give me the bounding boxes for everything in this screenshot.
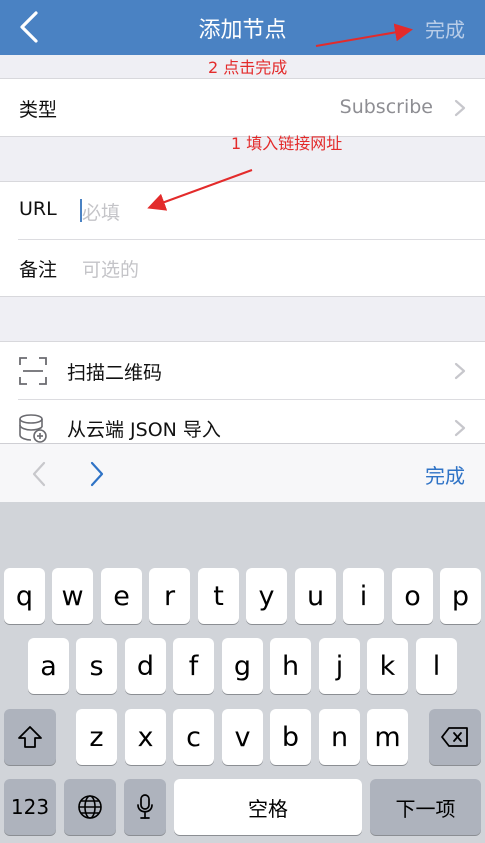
globe-key[interactable] xyxy=(64,779,116,835)
url-input[interactable]: 必填 xyxy=(82,198,120,225)
key-y[interactable]: y xyxy=(246,568,287,624)
key-l[interactable]: l xyxy=(416,638,457,694)
note-label: 备注 xyxy=(19,259,58,281)
type-group: 类型 Subscribe xyxy=(0,78,485,137)
key-w[interactable]: w xyxy=(52,568,93,624)
import-json-row[interactable]: 从云端 JSON 导入 xyxy=(0,399,485,444)
chevron-right-icon xyxy=(454,419,466,437)
key-t[interactable]: t xyxy=(198,568,239,624)
backspace-icon xyxy=(441,727,468,747)
cloud-database-icon xyxy=(19,414,47,443)
key-r[interactable]: r xyxy=(149,568,190,624)
shift-key[interactable] xyxy=(4,709,56,765)
url-label: URL xyxy=(19,198,57,220)
key-o[interactable]: o xyxy=(392,568,433,624)
key-c[interactable]: c xyxy=(173,709,214,765)
key-v[interactable]: v xyxy=(222,709,263,765)
microphone-icon xyxy=(137,794,153,819)
note-input[interactable]: 可选的 xyxy=(82,255,139,282)
type-row[interactable]: 类型 Subscribe xyxy=(0,79,485,136)
numbers-key[interactable]: 123 xyxy=(4,779,56,835)
navigation-bar: 添加节点 完成 xyxy=(0,0,485,55)
type-label: 类型 xyxy=(19,99,58,121)
actions-group: 扫描二维码 从云端 JSON 导入 xyxy=(0,341,485,444)
key-z[interactable]: z xyxy=(76,709,117,765)
previous-field-icon[interactable] xyxy=(30,460,48,488)
accessory-done-button[interactable]: 完成 xyxy=(425,460,465,489)
key-a[interactable]: a xyxy=(28,638,69,694)
url-group: URL 必填 备注 可选的 xyxy=(0,181,485,297)
next-field-icon[interactable] xyxy=(88,460,106,488)
keyboard: q w e r t y u i o p a s d f g h j k l z … xyxy=(0,502,485,843)
key-i[interactable]: i xyxy=(343,568,384,624)
key-k[interactable]: k xyxy=(367,638,408,694)
note-row: 备注 可选的 xyxy=(0,239,485,296)
import-json-label: 从云端 JSON 导入 xyxy=(67,419,221,441)
chevron-right-icon xyxy=(454,362,466,380)
scan-qr-icon xyxy=(19,357,47,385)
key-s[interactable]: s xyxy=(76,638,117,694)
page-title: 添加节点 xyxy=(198,18,287,43)
scan-qr-label: 扫描二维码 xyxy=(67,362,163,384)
next-key[interactable]: 下一项 xyxy=(370,779,481,835)
key-h[interactable]: h xyxy=(270,638,311,694)
scan-qr-row[interactable]: 扫描二维码 xyxy=(0,342,485,399)
key-u[interactable]: u xyxy=(295,568,336,624)
shift-icon xyxy=(18,726,42,748)
chevron-right-icon xyxy=(454,99,466,117)
key-g[interactable]: g xyxy=(222,638,263,694)
annotation-step-2: 2 点击完成 xyxy=(208,58,288,77)
type-value: Subscribe xyxy=(339,96,433,118)
key-p[interactable]: p xyxy=(440,568,481,624)
key-j[interactable]: j xyxy=(319,638,360,694)
key-n[interactable]: n xyxy=(319,709,360,765)
url-row: URL 必填 xyxy=(0,182,485,239)
globe-icon xyxy=(78,795,102,819)
space-key[interactable]: 空格 xyxy=(174,779,362,835)
key-m[interactable]: m xyxy=(367,709,408,765)
key-e[interactable]: e xyxy=(101,568,142,624)
key-x[interactable]: x xyxy=(125,709,166,765)
annotation-step-1: 1 填入链接网址 xyxy=(231,134,343,153)
key-d[interactable]: d xyxy=(125,638,166,694)
key-q[interactable]: q xyxy=(4,568,45,624)
key-b[interactable]: b xyxy=(270,709,311,765)
keyboard-accessory-bar: 完成 xyxy=(0,443,485,503)
dictation-key[interactable] xyxy=(124,779,166,835)
key-f[interactable]: f xyxy=(173,638,214,694)
done-button[interactable]: 完成 xyxy=(425,14,465,43)
backspace-key[interactable] xyxy=(429,709,481,765)
